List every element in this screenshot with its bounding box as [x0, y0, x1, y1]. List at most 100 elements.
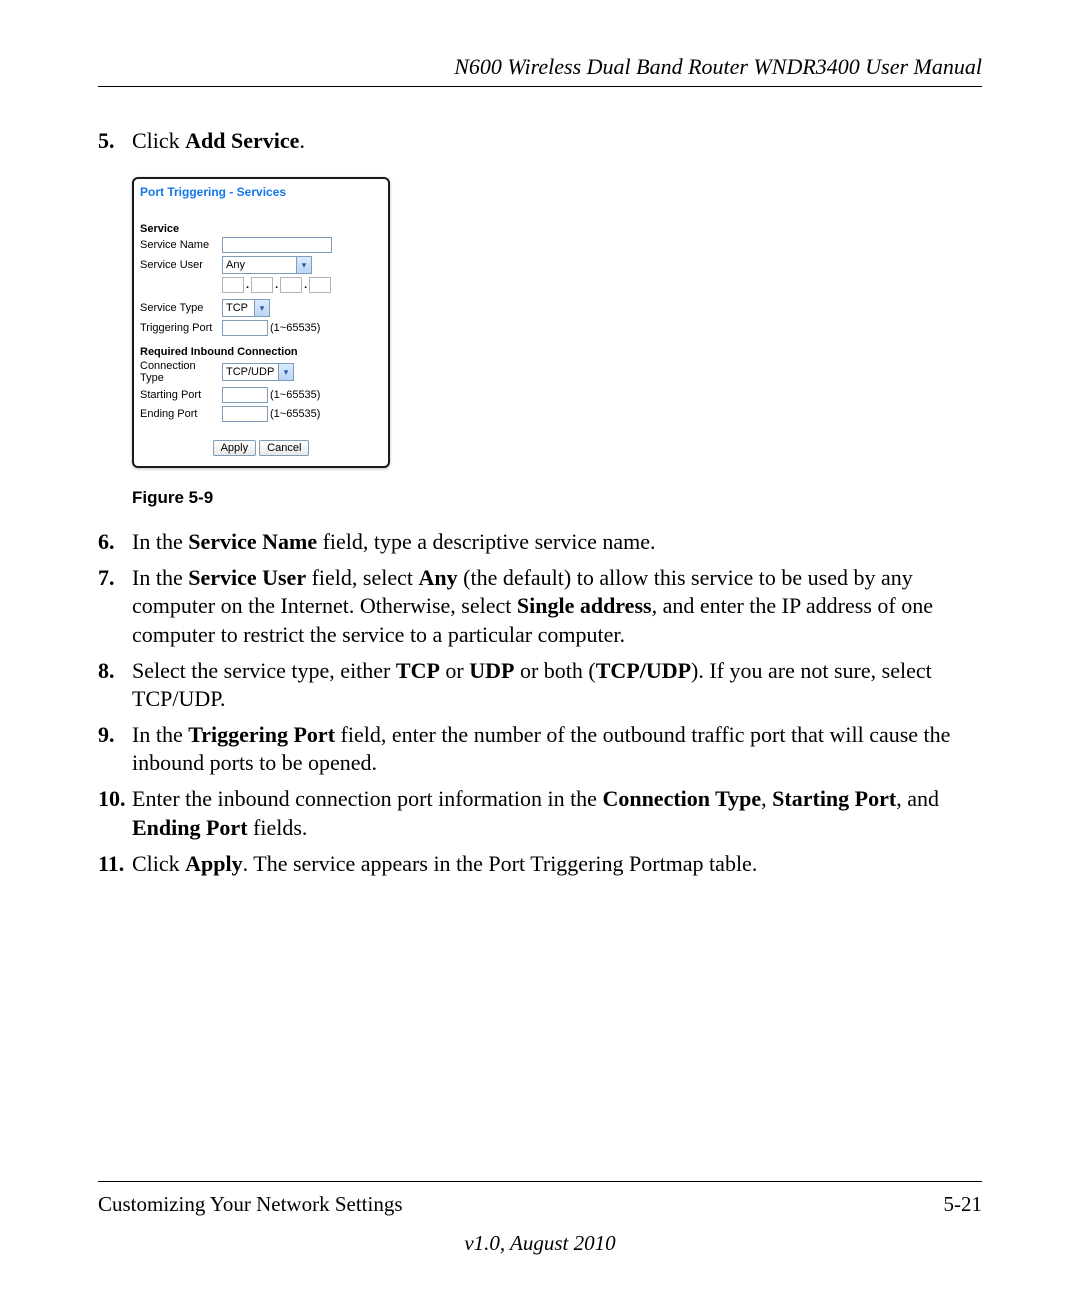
text: or both ( [514, 658, 595, 683]
select-value: TCP [226, 302, 248, 314]
step-body: Click Add Service. [132, 127, 982, 155]
apply-button[interactable]: Apply [213, 440, 257, 456]
step-number: 11. [98, 850, 132, 878]
step-9: 9. In the Triggering Port field, enter t… [98, 721, 982, 777]
connection-type-select[interactable]: TCP/UDP ▾ [222, 363, 294, 381]
bold-text: Triggering Port [188, 722, 335, 747]
step-body: Enter the inbound connection port inform… [132, 785, 982, 841]
service-name-input[interactable] [222, 237, 332, 253]
page-header-title: N600 Wireless Dual Band Router WNDR3400 … [98, 54, 982, 80]
cancel-button[interactable]: Cancel [259, 440, 309, 456]
text: . [299, 128, 305, 153]
bold-text: TCP/UDP [596, 658, 691, 683]
chevron-down-icon: ▾ [296, 257, 311, 273]
step-number: 5. [98, 127, 132, 155]
text: Select the service type, either [132, 658, 396, 683]
ip-octet-2[interactable] [251, 277, 273, 293]
row-connection-type: Connection Type TCP/UDP ▾ [140, 360, 382, 384]
text: fields. [248, 815, 308, 840]
text: , [761, 786, 772, 811]
step-number: 10. [98, 785, 132, 813]
footer-page-number: 5-21 [944, 1192, 983, 1217]
step-10: 10. Enter the inbound connection port in… [98, 785, 982, 841]
button-row: Apply Cancel [140, 440, 382, 456]
row-service-user: Service User Any ▾ [140, 256, 382, 274]
figure-caption: Figure 5-9 [132, 488, 982, 508]
screenshot-title: Port Triggering - Services [140, 185, 382, 199]
bold-text: Any [419, 565, 458, 590]
footer-rule [98, 1181, 982, 1182]
select-value: Any [226, 259, 245, 271]
dot: . [244, 279, 251, 291]
step-8: 8. Select the service type, either TCP o… [98, 657, 982, 713]
ip-octet-3[interactable] [280, 277, 302, 293]
bold-text: Single address [517, 593, 652, 618]
step-6: 6. In the Service Name field, type a des… [98, 528, 982, 556]
text: Click [132, 851, 185, 876]
text: field, type a descriptive service name. [317, 529, 655, 554]
footer-section: Customizing Your Network Settings [98, 1192, 403, 1217]
page-footer: Customizing Your Network Settings 5-21 v… [98, 1181, 982, 1256]
text: . The service appears in the Port Trigge… [243, 851, 758, 876]
section-inbound: Required Inbound Connection [140, 346, 382, 358]
triggering-port-input[interactable] [222, 320, 268, 336]
row-triggering-port: Triggering Port (1~65535) [140, 320, 382, 336]
step-5: 5. Click Add Service. [98, 127, 982, 155]
range-hint: (1~65535) [270, 408, 320, 420]
row-ip-address: . . . [222, 277, 382, 293]
bold-text: UDP [469, 658, 514, 683]
text: field, select [306, 565, 418, 590]
row-service-type: Service Type TCP ▾ [140, 299, 382, 317]
step-7: 7. In the Service User field, select Any… [98, 564, 982, 648]
ending-port-input[interactable] [222, 406, 268, 422]
label-starting-port: Starting Port [140, 389, 222, 401]
label-service-type: Service Type [140, 302, 222, 314]
row-starting-port: Starting Port (1~65535) [140, 387, 382, 403]
row-ending-port: Ending Port (1~65535) [140, 406, 382, 422]
step-body: In the Service Name field, type a descri… [132, 528, 982, 556]
step-11: 11. Click Apply. The service appears in … [98, 850, 982, 878]
starting-port-input[interactable] [222, 387, 268, 403]
row-service-name: Service Name [140, 237, 382, 253]
step-body: Select the service type, either TCP or U… [132, 657, 982, 713]
text: In the [132, 529, 188, 554]
step-number: 7. [98, 564, 132, 592]
service-user-select[interactable]: Any ▾ [222, 256, 312, 274]
text: or [440, 658, 469, 683]
text: , and [896, 786, 939, 811]
step-number: 6. [98, 528, 132, 556]
step-body: In the Triggering Port field, enter the … [132, 721, 982, 777]
label-service-user: Service User [140, 259, 222, 271]
step-body: In the Service User field, select Any (t… [132, 564, 982, 648]
bold-text: Ending Port [132, 815, 248, 840]
service-type-select[interactable]: TCP ▾ [222, 299, 270, 317]
bold-text: Service User [188, 565, 306, 590]
step-body: Click Apply. The service appears in the … [132, 850, 982, 878]
select-value: TCP/UDP [226, 366, 274, 378]
range-hint: (1~65535) [270, 322, 320, 334]
dot: . [302, 279, 309, 291]
text: Click [132, 128, 185, 153]
label-ending-port: Ending Port [140, 408, 222, 420]
step-number: 9. [98, 721, 132, 749]
bold-text: Apply [185, 851, 242, 876]
bold-text: TCP [396, 658, 440, 683]
bold-text: Starting Port [772, 786, 896, 811]
ip-octet-1[interactable] [222, 277, 244, 293]
label-connection-type: Connection Type [140, 360, 222, 384]
footer-version: v1.0, August 2010 [98, 1231, 982, 1256]
chevron-down-icon: ▾ [278, 364, 293, 380]
text: Enter the inbound connection port inform… [132, 786, 602, 811]
text: In the [132, 722, 188, 747]
step-number: 8. [98, 657, 132, 685]
chevron-down-icon: ▾ [254, 300, 269, 316]
range-hint: (1~65535) [270, 389, 320, 401]
text: In the [132, 565, 188, 590]
dot: . [273, 279, 280, 291]
bold-text: Service Name [188, 529, 317, 554]
bold-text: Add Service [185, 128, 299, 153]
bold-text: Connection Type [602, 786, 761, 811]
label-service-name: Service Name [140, 239, 222, 251]
label-triggering-port: Triggering Port [140, 322, 222, 334]
ip-octet-4[interactable] [309, 277, 331, 293]
